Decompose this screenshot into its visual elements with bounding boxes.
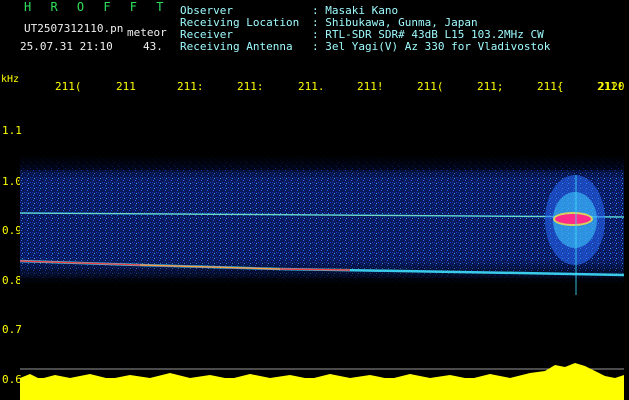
station-info: Observer: Masaki Kano Receiving Location… [180,5,550,53]
info-label: Receiving Antenna [180,40,293,53]
type-label: meteor [127,26,167,39]
y-tick-label: 1.1 [2,124,22,137]
count-label: 43. [143,40,163,53]
spectrogram [20,155,624,400]
x-tick-label: 211( [55,80,82,93]
y-tick-label: 0.9 [2,224,22,237]
axis-unit-label: kHz [1,74,20,85]
y-tick-label: 1.0 [2,175,22,188]
x-tick-label: 211{ [537,80,564,93]
x-tick-label: 211: [237,80,264,93]
y-tick-label: 0.7 [2,323,22,336]
info-row-antenna: Receiving Antenna : 3el Yagi(V) Az 330 fo… [180,41,550,53]
x-tick-label-end: 2120 [598,80,625,93]
y-tick-label: 0.8 [2,274,22,287]
x-tick-label: 211. [298,80,325,93]
x-tick-label: 211 [116,80,136,93]
y-tick-label: 0.6 [2,373,22,386]
datetime-label: 25.07.31 21:10 [20,40,113,53]
x-tick-label: 211! [357,80,384,93]
app-brand: H R O F F T [24,0,170,14]
filename-label: UT2507312110.pn [24,22,124,35]
x-tick-label: 211; [477,80,504,93]
info-value: : 3el Yagi(V) Az 330 for Vladivostok [312,40,551,53]
x-tick-label: 211( [417,80,444,93]
x-tick-label: 211: [177,80,204,93]
